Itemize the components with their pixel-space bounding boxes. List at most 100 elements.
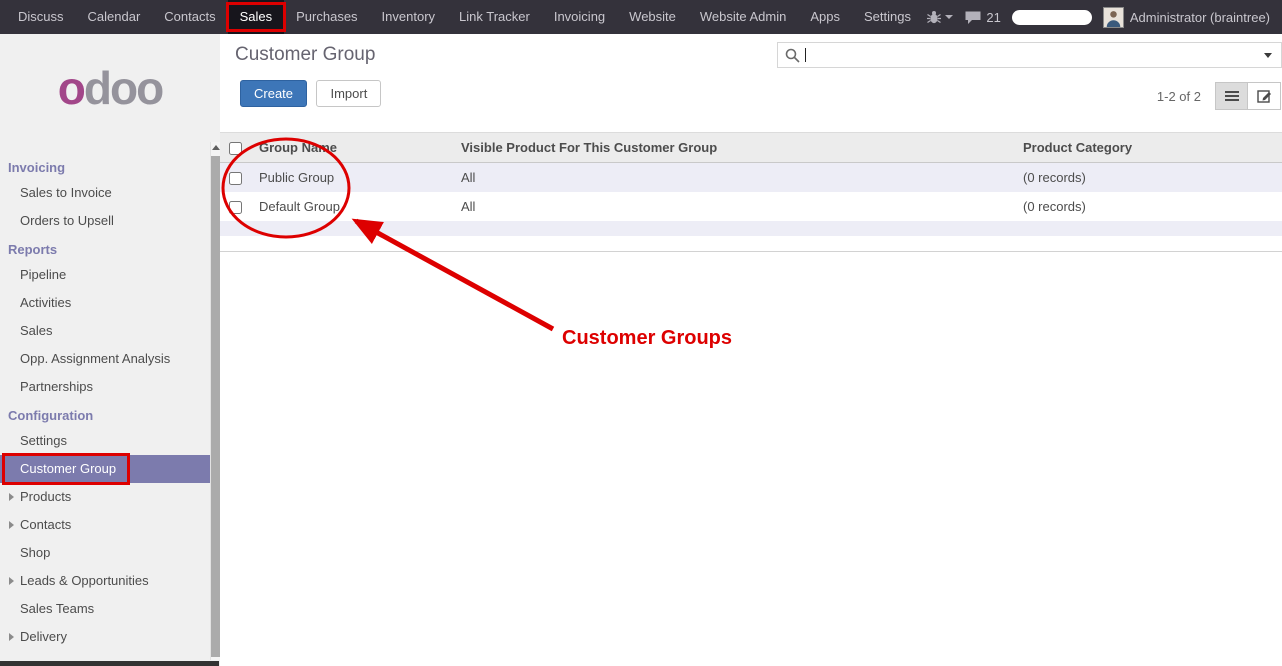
action-buttons-row: Create Import 1-2 of 2 — [220, 76, 1282, 120]
chat-bubble-icon — [964, 10, 982, 25]
progress-indicator — [1012, 10, 1092, 25]
row-checkbox[interactable] — [229, 201, 242, 214]
customer-group-table: Group Name Visible Product For This Cust… — [220, 132, 1282, 252]
sidebar: odoo Invoicing Sales to Invoice Orders t… — [0, 34, 220, 666]
table-header-row: Group Name Visible Product For This Cust… — [220, 133, 1282, 163]
bug-icon — [926, 10, 942, 24]
message-count-badge: 21 — [986, 10, 1000, 25]
row-checkbox-cell — [220, 192, 253, 221]
sidebar-item-label: Customer Group — [20, 455, 116, 483]
empty-cell — [220, 236, 1282, 251]
caret-right-icon — [9, 493, 14, 501]
import-button[interactable]: Import — [316, 80, 381, 107]
sidebar-item-delivery[interactable]: Delivery — [0, 623, 210, 651]
sidebar-item-contacts[interactable]: Contacts — [0, 511, 210, 539]
list-view-button[interactable] — [1215, 82, 1248, 110]
empty-row — [220, 221, 1282, 236]
sidebar-item-products[interactable]: Products — [0, 483, 210, 511]
search-box[interactable] — [777, 42, 1282, 68]
menu-item-link-tracker[interactable]: Link Tracker — [447, 0, 542, 34]
caret-right-icon — [9, 521, 14, 529]
messages-menu[interactable]: 21 — [964, 10, 1000, 25]
select-all-cell — [220, 133, 253, 163]
pager: 1-2 of 2 — [1157, 82, 1281, 110]
cell-visible-product[interactable]: All — [455, 163, 1017, 193]
column-header-group-name[interactable]: Group Name — [253, 133, 455, 163]
search-input[interactable] — [806, 45, 1264, 65]
caret-right-icon — [9, 577, 14, 585]
sidebar-item-sales-teams[interactable]: Sales Teams — [0, 595, 210, 623]
scroll-up-icon[interactable] — [212, 145, 220, 150]
table-row[interactable]: Public Group All (0 records) — [220, 163, 1282, 193]
debug-caret-icon — [945, 15, 953, 19]
sidebar-section-title: Reports — [0, 237, 210, 261]
sidebar-item-orders-to-upsell[interactable]: Orders to Upsell — [0, 207, 210, 235]
sidebar-section-configuration: Configuration Settings Customer Group Pr… — [0, 403, 210, 651]
column-header-product-category[interactable]: Product Category — [1017, 133, 1282, 163]
cell-product-category[interactable]: (0 records) — [1017, 192, 1282, 221]
sidebar-item-shop[interactable]: Shop — [0, 539, 210, 567]
menu-item-contacts[interactable]: Contacts — [152, 0, 227, 34]
view-switcher — [1215, 82, 1281, 110]
menu-item-invoicing[interactable]: Invoicing — [542, 0, 617, 34]
menu-item-website-admin[interactable]: Website Admin — [688, 0, 798, 34]
form-view-button[interactable] — [1248, 82, 1281, 110]
sidebar-item-partnerships[interactable]: Partnerships — [0, 373, 210, 401]
search-icon — [785, 48, 800, 63]
menu-item-discuss[interactable]: Discuss — [6, 0, 76, 34]
sidebar-item-customer-group[interactable]: Customer Group — [0, 455, 210, 483]
pager-count: 1-2 of 2 — [1157, 89, 1201, 104]
sidebar-item-sales-to-invoice[interactable]: Sales to Invoice — [0, 179, 210, 207]
sidebar-item-label: Delivery — [20, 623, 67, 651]
caret-right-icon — [9, 633, 14, 641]
create-button[interactable]: Create — [240, 80, 307, 107]
user-menu[interactable]: Administrator (braintree) — [1103, 7, 1270, 28]
menu-item-inventory[interactable]: Inventory — [370, 0, 447, 34]
menu-item-settings[interactable]: Settings — [852, 0, 923, 34]
sidebar-item-pipeline[interactable]: Pipeline — [0, 261, 210, 289]
sidebar-section-title: Invoicing — [0, 155, 210, 179]
sidebar-item-sales[interactable]: Sales — [0, 317, 210, 345]
sidebar-item-settings[interactable]: Settings — [0, 427, 210, 455]
sidebar-item-activities[interactable]: Activities — [0, 289, 210, 317]
sidebar-section-title: Configuration — [0, 403, 210, 427]
row-checkbox[interactable] — [229, 172, 242, 185]
select-all-checkbox[interactable] — [229, 142, 242, 155]
cell-visible-product[interactable]: All — [455, 192, 1017, 221]
sidebar-section-reports: Reports Pipeline Activities Sales Opp. A… — [0, 237, 210, 401]
row-checkbox-cell — [220, 163, 253, 193]
scrollbar-thumb[interactable] — [211, 156, 220, 657]
menu-item-sales[interactable]: Sales — [228, 0, 285, 34]
cell-product-category[interactable]: (0 records) — [1017, 163, 1282, 193]
menu-item-purchases[interactable]: Purchases — [284, 0, 369, 34]
sidebar-item-leads-opportunities[interactable]: Leads & Opportunities — [0, 567, 210, 595]
empty-row — [220, 236, 1282, 251]
sidebar-item-label: Products — [20, 483, 71, 511]
table-row[interactable]: Default Group All (0 records) — [220, 192, 1282, 221]
sidebar-section-invoicing: Invoicing Sales to Invoice Orders to Ups… — [0, 155, 210, 235]
user-name: Administrator (braintree) — [1130, 10, 1270, 25]
odoo-logo[interactable]: odoo — [0, 58, 220, 124]
main-content: Customer Group Create Import 1-2 of 2 — [220, 34, 1282, 666]
sidebar-item-label: Contacts — [20, 511, 71, 539]
app-menus: Discuss Calendar Contacts Sales Purchase… — [6, 0, 923, 34]
list-icon — [1225, 90, 1239, 102]
menu-item-calendar[interactable]: Calendar — [76, 0, 153, 34]
sidebar-scrollbar[interactable] — [210, 142, 220, 660]
cell-group-name[interactable]: Default Group — [253, 192, 455, 221]
topbar-right-tools: 21 Administrator (braintree) — [926, 7, 1270, 28]
search-dropdown-icon[interactable] — [1264, 53, 1272, 58]
page-title: Customer Group — [235, 44, 375, 66]
top-menubar: Discuss Calendar Contacts Sales Purchase… — [0, 0, 1282, 34]
sidebar-bottom-bar — [0, 661, 219, 666]
debug-menu[interactable] — [926, 10, 953, 24]
sidebar-menu: Invoicing Sales to Invoice Orders to Ups… — [0, 155, 210, 651]
edit-icon — [1257, 89, 1272, 103]
column-header-visible-product[interactable]: Visible Product For This Customer Group — [455, 133, 1017, 163]
avatar — [1103, 7, 1124, 28]
sidebar-item-opp-assignment-analysis[interactable]: Opp. Assignment Analysis — [0, 345, 210, 373]
menu-item-website[interactable]: Website — [617, 0, 688, 34]
menu-item-apps[interactable]: Apps — [798, 0, 852, 34]
cell-group-name[interactable]: Public Group — [253, 163, 455, 193]
empty-cell — [220, 221, 1282, 236]
